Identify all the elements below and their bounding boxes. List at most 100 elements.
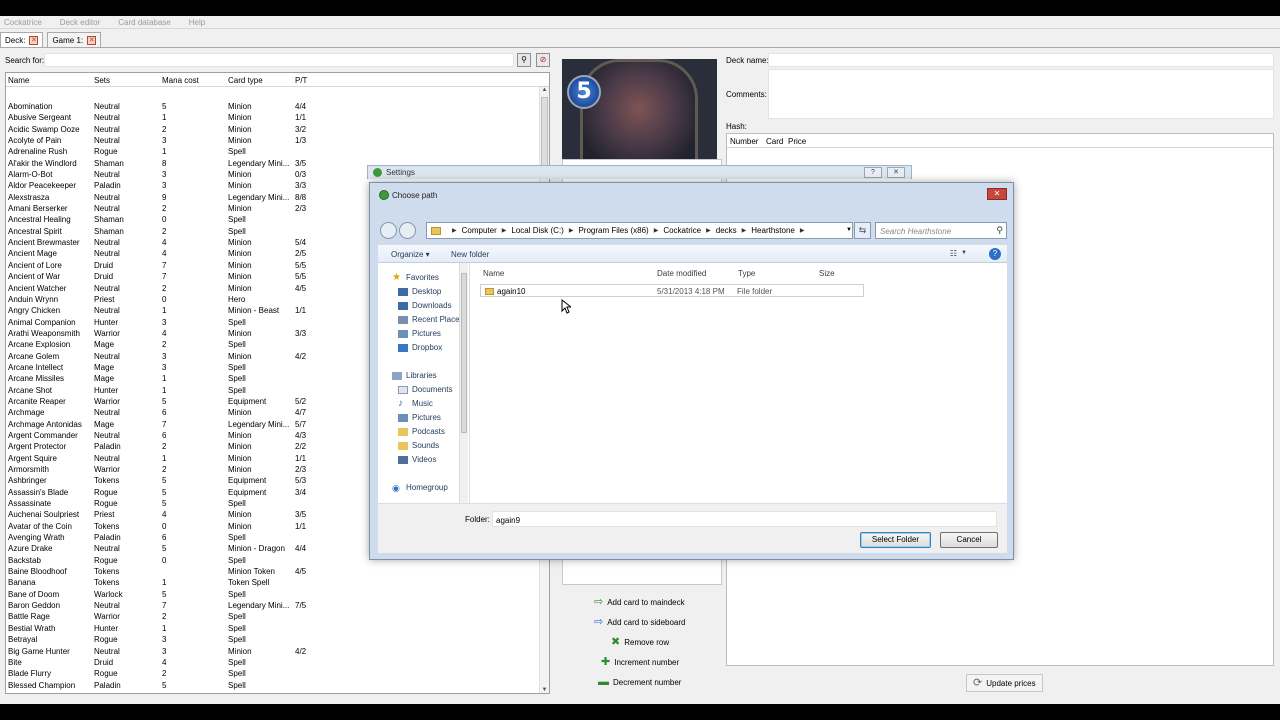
nav-scrollbar[interactable] [459, 263, 468, 503]
chevron-down-icon[interactable]: ▼ [844, 222, 854, 239]
table-row[interactable]: Baron Geddon Neutral 7 Legendary Mini... 7/5 [6, 600, 538, 611]
add-to-sideboard-button[interactable]: ⇨ Add card to sideboard [594, 617, 686, 628]
chevron-right-icon[interactable]: ▶ [742, 227, 747, 234]
column-sets[interactable]: Sets [94, 76, 110, 85]
menu-card-database[interactable]: Card database [118, 18, 170, 27]
column-name[interactable]: Name [483, 269, 504, 278]
search-icon[interactable]: ⚲ [996, 225, 1003, 236]
column-card[interactable]: Card [766, 137, 783, 146]
table-row[interactable]: Acidic Swamp Ooze Neutral 2 Minion 3/2 [6, 124, 538, 135]
decrement-button[interactable]: ▬ Decrement number [598, 677, 681, 688]
breadcrumb-hearthstone[interactable]: Hearthstone [751, 226, 795, 235]
table-row[interactable]: Bane of Doom Warlock 5 Spell [6, 589, 538, 600]
list-item[interactable]: again10 5/31/2013 4:18 PM File folder [480, 284, 864, 297]
column-name[interactable]: Name [8, 76, 29, 85]
nav-pictures[interactable]: Pictures [398, 329, 441, 338]
tab-deck[interactable]: Deck: ✕ [0, 32, 44, 47]
cancel-button[interactable]: Cancel [940, 532, 998, 548]
menu-deck-editor[interactable]: Deck editor [60, 18, 100, 27]
table-row[interactable]: Battle Rage Warrior 2 Spell [6, 611, 538, 622]
table-row[interactable]: Big Game Hunter Neutral 3 Minion 4/2 [6, 646, 538, 657]
chevron-right-icon[interactable]: ▶ [654, 227, 659, 234]
chevron-right-icon[interactable]: ▶ [502, 227, 507, 234]
nav-downloads[interactable]: Downloads [398, 301, 452, 310]
increment-button[interactable]: ✚ Increment number [601, 657, 679, 668]
add-to-maindeck-button[interactable]: ⇨ Add card to maindeck [594, 597, 685, 608]
table-row[interactable]: Abomination Neutral 5 Minion 4/4 [6, 101, 538, 112]
settings-help-button[interactable]: ? [864, 167, 882, 178]
column-pt[interactable]: P/T [295, 76, 307, 85]
chevron-right-icon[interactable]: ▶ [706, 227, 711, 234]
breadcrumb-computer[interactable]: Computer [462, 226, 497, 235]
scroll-thumb[interactable] [461, 273, 467, 433]
nav-homegroup[interactable]: ◉ Homegroup [392, 483, 448, 492]
breadcrumb-decks[interactable]: decks [716, 226, 737, 235]
column-date-modified[interactable]: Date modified [657, 269, 706, 278]
clear-search-button[interactable]: ⊘ [536, 53, 550, 67]
table-row[interactable]: Banana Tokens 1 Token Spell [6, 577, 538, 588]
forward-button[interactable] [399, 222, 416, 239]
help-icon[interactable]: ? [989, 248, 1001, 260]
refresh-button[interactable]: ⇆ [854, 222, 871, 239]
close-icon[interactable]: ✕ [87, 35, 97, 45]
cell-card-type: Minion [228, 238, 252, 248]
dialog-close-button[interactable]: ✕ [987, 188, 1007, 200]
folder-input[interactable]: again9 [492, 511, 997, 527]
settings-close-button[interactable]: ✕ [887, 167, 905, 178]
column-size[interactable]: Size [819, 269, 835, 278]
breadcrumb-cockatrice[interactable]: Cockatrice [663, 226, 701, 235]
nav-videos[interactable]: Videos [398, 455, 436, 464]
nav-music[interactable]: ♪ Music [398, 398, 433, 408]
nav-sounds[interactable]: Sounds [398, 441, 439, 450]
address-bar[interactable]: ▶ Computer ▶ Local Disk (C:) ▶ Program F… [426, 222, 853, 239]
view-options-icon[interactable]: ☷ [950, 249, 957, 258]
breadcrumb-program-files[interactable]: Program Files (x86) [578, 226, 648, 235]
column-card-type[interactable]: Card type [228, 76, 263, 85]
scroll-thumb[interactable] [541, 97, 548, 167]
dialog-search-input[interactable]: Search Hearthstone ⚲ [875, 222, 1007, 239]
nav-pictures-lib[interactable]: Pictures [398, 413, 441, 422]
nav-podcasts[interactable]: Podcasts [398, 427, 445, 436]
breadcrumb-local-disk[interactable]: Local Disk (C:) [511, 226, 563, 235]
scroll-up-icon[interactable]: ▲ [541, 87, 548, 95]
chevron-down-icon[interactable]: ▼ [961, 250, 967, 256]
nav-favorites[interactable]: ★ Favorites [392, 272, 439, 282]
table-row[interactable]: Baine Bloodhoof Tokens Minion Token 4/5 [6, 566, 538, 577]
search-options-button[interactable]: ⚲ [517, 53, 531, 67]
table-row[interactable]: Bite Druid 4 Spell [6, 657, 538, 668]
column-type[interactable]: Type [738, 269, 755, 278]
close-icon[interactable]: ✕ [29, 35, 39, 45]
table-row[interactable]: Acolyte of Pain Neutral 3 Minion 1/3 [6, 135, 538, 146]
chevron-right-icon[interactable]: ▶ [569, 227, 574, 234]
back-button[interactable] [380, 222, 397, 239]
nav-documents[interactable]: Documents [398, 385, 452, 394]
chevron-right-icon[interactable]: ▶ [800, 227, 805, 234]
column-number[interactable]: Number [730, 137, 758, 146]
select-folder-button[interactable]: Select Folder [860, 532, 931, 548]
table-row[interactable]: Blessed Champion Paladin 5 Spell [6, 680, 538, 691]
menu-help[interactable]: Help [189, 18, 205, 27]
chevron-right-icon[interactable]: ▶ [452, 227, 457, 234]
column-mana-cost[interactable]: Mana cost [162, 76, 199, 85]
nav-dropbox[interactable]: Dropbox [398, 343, 442, 352]
tab-game-1[interactable]: Game 1: ✕ [47, 32, 102, 47]
update-prices-button[interactable]: ⟳ Update prices [966, 674, 1043, 692]
new-folder-button[interactable]: New folder [451, 250, 489, 259]
nav-desktop[interactable]: Desktop [398, 287, 441, 296]
table-row[interactable]: Abusive Sergeant Neutral 1 Minion 1/1 [6, 112, 538, 123]
organize-button[interactable]: Organize ▾ [391, 250, 430, 259]
nav-recent-places[interactable]: Recent Places [398, 315, 464, 324]
comments-input[interactable] [768, 69, 1274, 119]
search-input[interactable] [44, 53, 514, 67]
deck-name-input[interactable] [768, 53, 1274, 67]
nav-libraries[interactable]: Libraries [392, 371, 437, 380]
menu-cockatrice[interactable]: Cockatrice [4, 18, 42, 27]
column-price[interactable]: Price [788, 137, 806, 146]
table-row[interactable]: Adrenaline Rush Rogue 1 Spell [6, 146, 538, 157]
scroll-down-icon[interactable]: ▼ [541, 687, 548, 693]
table-row[interactable]: Bestial Wrath Hunter 1 Spell [6, 623, 538, 634]
remove-row-button[interactable]: ✖ Remove row [611, 637, 669, 648]
search-label: Search for: [5, 56, 45, 65]
table-row[interactable]: Betrayal Rogue 3 Spell [6, 634, 538, 645]
table-row[interactable]: Blade Flurry Rogue 2 Spell [6, 668, 538, 679]
